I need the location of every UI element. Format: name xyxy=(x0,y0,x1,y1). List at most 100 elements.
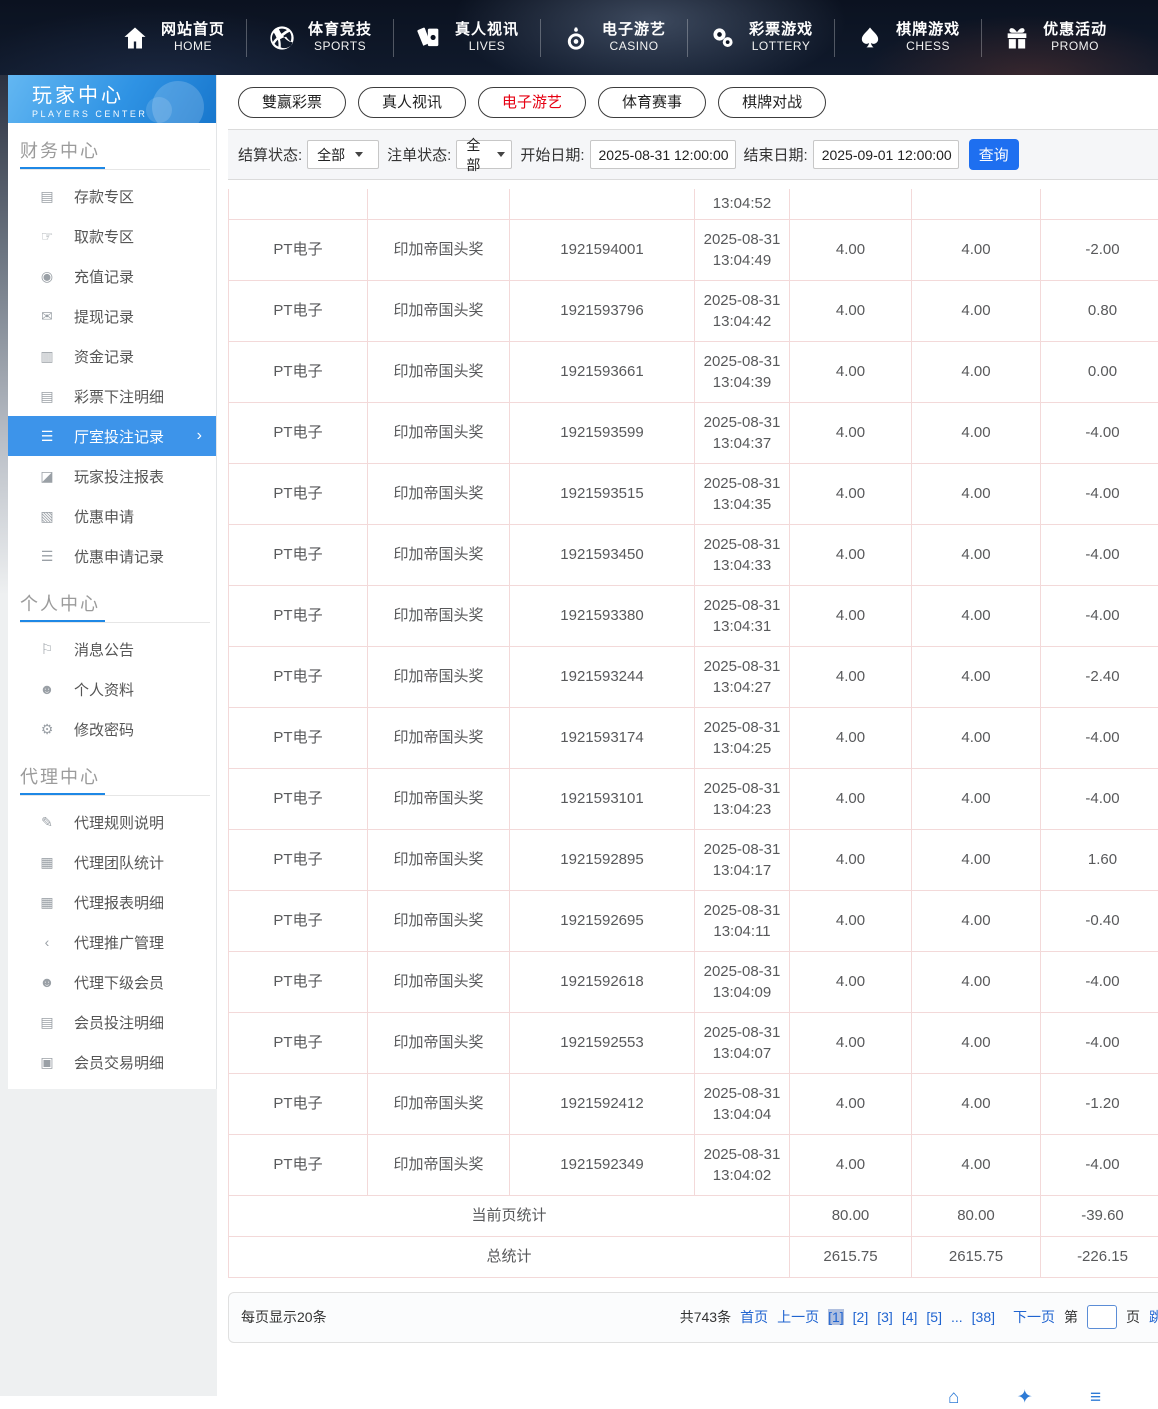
sidebar-item-change-password[interactable]: ⚙修改密码 xyxy=(8,709,216,749)
sidebar-item-promo-apply[interactable]: ▧优惠申请 xyxy=(8,496,216,536)
game-type-cell: PT电子 xyxy=(229,402,368,463)
member-transaction-detail-icon: ▣ xyxy=(38,1054,56,1071)
sidebar-item-label: 修改密码 xyxy=(74,719,134,740)
nav-label-zh: 棋牌游戏 xyxy=(896,21,960,40)
tab-雙赢彩票[interactable]: 雙赢彩票 xyxy=(238,87,346,118)
sidebar-item-agent-promotion[interactable]: ‹代理推广管理 xyxy=(8,922,216,962)
end-date-label: 结束日期: xyxy=(744,144,808,165)
sidebar-item-agent-report-detail[interactable]: ▦代理报表明细 xyxy=(8,882,216,922)
sidebar-item-label: 优惠申请 xyxy=(74,506,134,527)
sidebar-item-lottery-bet-detail[interactable]: ▤彩票下注明细 xyxy=(8,376,216,416)
page-link-3[interactable]: [3] xyxy=(877,1309,893,1325)
left-edge-shadow xyxy=(0,75,8,595)
players-center-subtitle: PLAYERS CENTER xyxy=(32,109,216,119)
sidebar-item-member-bet-detail[interactable]: ▤会员投注明细 xyxy=(8,1002,216,1042)
sidebar-sections: 财务中心 ▤存款专区☞取款专区◉充值记录✉提现记录▥资金记录▤彩票下注明细☰厅室投… xyxy=(8,137,216,1082)
settle-status-select[interactable]: 全部 xyxy=(307,140,379,169)
nav-item-lottery[interactable]: 彩票游戏 LOTTERY xyxy=(688,21,834,55)
nav-label-en: LIVES xyxy=(469,39,506,54)
sidebar-section: 财务中心 ▤存款专区☞取款专区◉充值记录✉提现记录▥资金记录▤彩票下注明细☰厅室投… xyxy=(8,137,216,576)
tab-体育赛事[interactable]: 体育赛事 xyxy=(598,87,706,118)
bet-time-cell: 2025-08-3113:04:02 xyxy=(695,1134,790,1195)
next-page-link[interactable]: 下一页 xyxy=(1013,1307,1055,1327)
game-type-cell: PT电子 xyxy=(229,768,368,829)
tab-电子游艺[interactable]: 电子游艺 xyxy=(478,87,586,118)
section-underline xyxy=(8,620,216,623)
summary-bet-cell: 80.00 xyxy=(790,1195,912,1236)
summary-label-cell: 总统计 xyxy=(229,1236,790,1277)
game-name-cell: 印加帝国头奖 xyxy=(368,1134,510,1195)
sidebar-item-label: 会员投注明细 xyxy=(74,1012,164,1033)
bet-time-cell: 2025-08-3113:04:33 xyxy=(695,524,790,585)
bet-amount-cell xyxy=(790,189,912,219)
sidebar-item-label: 代理下级会员 xyxy=(74,972,164,993)
sidebar-item-profile[interactable]: ☻个人资料 xyxy=(8,669,216,709)
sidebar-section-title: 财务中心 xyxy=(8,137,216,163)
sidebar-item-withdrawal-record[interactable]: ✉提现记录 xyxy=(8,296,216,336)
bet-amount-cell: 4.00 xyxy=(790,1073,912,1134)
sidebar-header: 玩家中心 PLAYERS CENTER xyxy=(8,75,216,123)
recharge-record-icon: ◉ xyxy=(38,268,56,285)
sidebar-item-agent-sub-members[interactable]: ☻代理下级会员 xyxy=(8,962,216,1002)
page-link-1[interactable]: [1] xyxy=(828,1309,844,1325)
game-type-cell: PT电子 xyxy=(229,951,368,1012)
game-name-cell: 印加帝国头奖 xyxy=(368,707,510,768)
nav-label-zh: 彩票游戏 xyxy=(749,21,813,40)
game-name-cell: 印加帝国头奖 xyxy=(368,1012,510,1073)
query-button[interactable]: 查询 xyxy=(969,139,1019,170)
win-loss-cell: -4.00 xyxy=(1041,524,1158,585)
bet-id-cell: 1921592349 xyxy=(510,1134,695,1195)
table-row: PT电子印加帝国头奖19215937962025-08-3113:04:424.… xyxy=(229,280,1158,341)
tab-真人视讯[interactable]: 真人视讯 xyxy=(358,87,466,118)
table-row: PT电子印加帝国头奖19215936612025-08-3113:04:394.… xyxy=(229,341,1158,402)
valid-amount-cell: 4.00 xyxy=(912,585,1041,646)
table-row: PT电子印加帝国头奖19215931742025-08-3113:04:254.… xyxy=(229,707,1158,768)
sidebar-item-label: 存款专区 xyxy=(74,186,134,207)
sidebar-item-promo-apply-record[interactable]: ☰优惠申请记录 xyxy=(8,536,216,576)
sidebar-item-member-transaction-detail[interactable]: ▣会员交易明细 xyxy=(8,1042,216,1082)
sidebar-item-player-bet-report[interactable]: ◪玩家投注报表 xyxy=(8,456,216,496)
sidebar-item-hall-bet-record[interactable]: ☰厅室投注记录› xyxy=(8,416,216,456)
win-loss-cell: -4.00 xyxy=(1041,402,1158,463)
jump-page-input[interactable] xyxy=(1087,1305,1117,1329)
page-link-4[interactable]: [4] xyxy=(902,1309,918,1325)
nav-item-sports[interactable]: 体育竞技 SPORTS xyxy=(247,21,393,55)
order-status-select[interactable]: 全部 xyxy=(456,140,512,169)
bet-time-cell: 2025-08-3113:04:09 xyxy=(695,951,790,1012)
sidebar-item-announcement[interactable]: ⚐消息公告 xyxy=(8,629,216,669)
bet-amount-cell: 4.00 xyxy=(790,524,912,585)
bet-time-cell: 2025-08-3113:04:27 xyxy=(695,646,790,707)
sidebar-item-agent-rules[interactable]: ✎代理规则说明 xyxy=(8,802,216,842)
game-name-cell: 印加帝国头奖 xyxy=(368,280,510,341)
profile-icon: ☻ xyxy=(38,681,56,697)
gift-icon xyxy=(1003,24,1031,52)
summary-bet-cell: 2615.75 xyxy=(790,1236,912,1277)
page-link-2[interactable]: [2] xyxy=(853,1309,869,1325)
win-loss-cell: 0.80 xyxy=(1041,280,1158,341)
page-link-5[interactable]: [5] xyxy=(926,1309,942,1325)
end-date-input[interactable] xyxy=(813,140,959,169)
sidebar-item-deposit[interactable]: ▤存款专区 xyxy=(8,176,216,216)
nav-item-promo[interactable]: 优惠活动 PROMO xyxy=(982,21,1128,55)
sidebar-item-agent-team-stats[interactable]: ▦代理团队统计 xyxy=(8,842,216,882)
sidebar-item-recharge-record[interactable]: ◉充值记录 xyxy=(8,256,216,296)
announcement-icon: ⚐ xyxy=(38,641,56,658)
bet-time-cell: 13:04:52 xyxy=(695,189,790,219)
nav-item-chess[interactable]: 棋牌游戏 CHESS xyxy=(835,21,981,55)
first-page-link[interactable]: 首页 xyxy=(740,1307,768,1327)
bet-time-cell: 2025-08-3113:04:35 xyxy=(695,463,790,524)
page-link-38[interactable]: [38] xyxy=(972,1309,995,1325)
prev-page-link[interactable]: 上一页 xyxy=(777,1307,819,1327)
bet-amount-cell: 4.00 xyxy=(790,402,912,463)
sidebar-item-funds-record[interactable]: ▥资金记录 xyxy=(8,336,216,376)
jump-link[interactable]: 跳转 xyxy=(1149,1307,1158,1327)
sidebar-item-withdraw[interactable]: ☞取款专区 xyxy=(8,216,216,256)
nav-item-lives[interactable]: 真人视讯 LIVES xyxy=(394,21,540,55)
nav-item-casino[interactable]: 电子游艺 CASINO xyxy=(541,21,687,55)
win-loss-cell: -4.00 xyxy=(1041,951,1158,1012)
nav-item-home[interactable]: 网站首页 HOME xyxy=(100,21,246,55)
players-center-title: 玩家中心 xyxy=(32,79,216,108)
start-date-input[interactable] xyxy=(590,140,736,169)
tab-棋牌对战[interactable]: 棋牌对战 xyxy=(718,87,826,118)
bet-time-cell: 2025-08-3113:04:42 xyxy=(695,280,790,341)
